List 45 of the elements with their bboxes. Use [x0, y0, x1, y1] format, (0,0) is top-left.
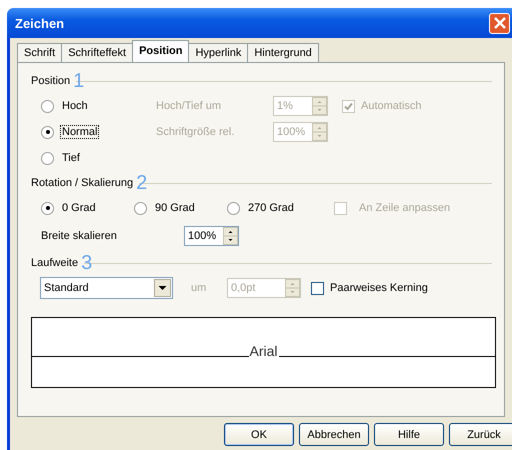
radio-button[interactable] — [41, 152, 54, 164]
radio-button[interactable] — [134, 202, 147, 214]
checkbox-label: Automatisch — [361, 100, 422, 112]
dialog-button[interactable]: Zurück — [449, 423, 512, 446]
spin-field[interactable]: 100% — [184, 226, 239, 246]
close-icon — [494, 17, 506, 29]
annotation-number: 3 — [81, 252, 92, 274]
radio-button[interactable] — [227, 202, 240, 214]
radio-label: 90 Grad — [154, 201, 196, 215]
section-heading: Position — [31, 75, 70, 87]
field-label: Breite skalieren — [41, 230, 118, 242]
checkbox-label: An Zeile anpassen — [359, 202, 450, 214]
tab[interactable]: Hyperlink — [188, 43, 248, 62]
close-button[interactable] — [489, 12, 510, 34]
checkbox[interactable] — [311, 282, 324, 294]
radio-label: Tief — [61, 151, 81, 165]
field-label: um — [191, 282, 208, 294]
spin-arrows-icon — [285, 279, 300, 297]
spin-arrows-icon — [312, 123, 327, 141]
checkbox-label: Paarweises Kerning — [330, 282, 428, 294]
tab[interactable]: Schrifteffekt — [61, 43, 134, 62]
section-heading: Rotation / Skalierung — [31, 177, 134, 189]
spin-arrows-icon — [223, 227, 238, 245]
dialog-button[interactable]: Hilfe — [374, 423, 444, 446]
radio-label: Hoch — [61, 99, 89, 113]
annotation-number: 1 — [73, 70, 84, 92]
radio-label: 0 Grad — [61, 201, 97, 215]
tab[interactable]: Position — [132, 40, 190, 62]
dropdown[interactable]: Standard — [40, 277, 173, 299]
tab[interactable]: Hintergrund — [247, 43, 319, 62]
dialog-button[interactable]: Abbrechen — [299, 423, 369, 446]
radio-button[interactable] — [41, 126, 54, 138]
annotation-number: 2 — [136, 172, 148, 194]
window-title: Zeichen — [15, 16, 64, 30]
radio-button[interactable] — [41, 100, 54, 112]
radio-button[interactable] — [41, 202, 54, 214]
dialog-button[interactable]: OK — [224, 423, 294, 446]
radio-label: Normal — [60, 125, 100, 139]
radio-label: 270 Grad — [247, 201, 295, 215]
preview-text: Arial — [248, 342, 279, 358]
field-label: Hoch/Tief um — [156, 100, 222, 112]
section-heading: Laufweite — [31, 257, 78, 269]
spin-arrows-icon — [312, 97, 327, 115]
tab[interactable]: Schrift — [17, 43, 62, 62]
field-label: Schriftgröße rel. — [156, 126, 236, 138]
